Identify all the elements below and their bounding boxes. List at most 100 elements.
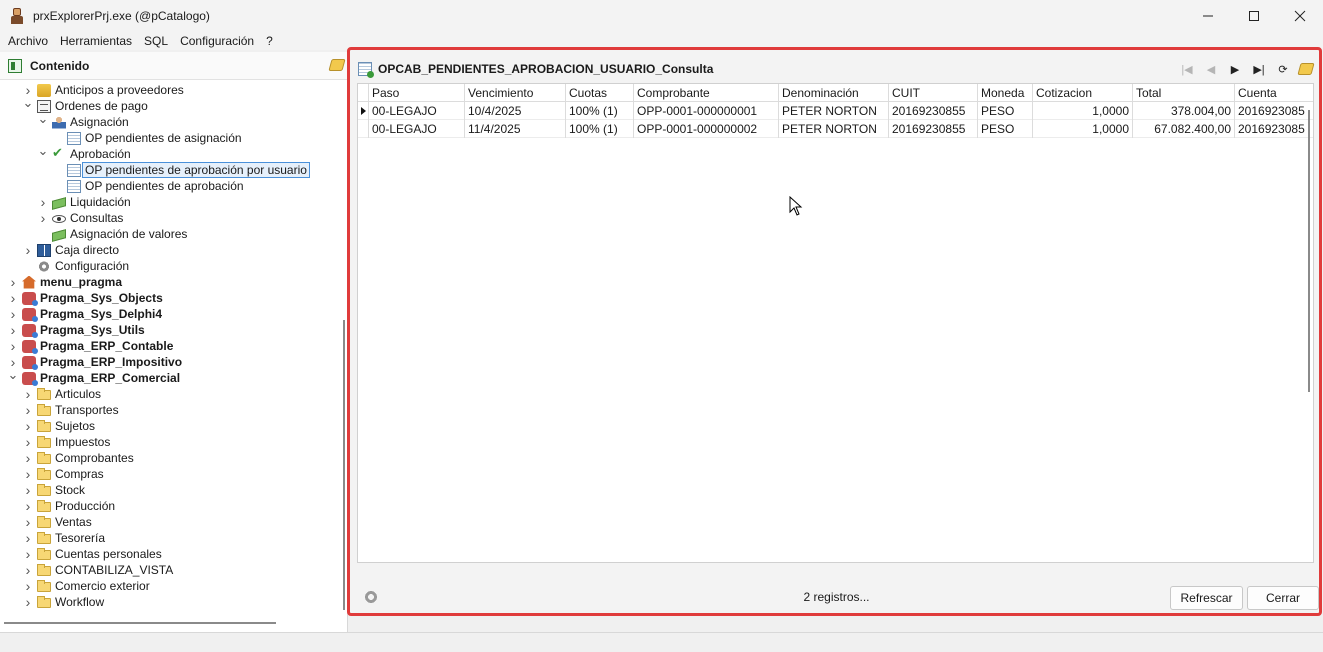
tree-item[interactable]: › Liquidación xyxy=(37,194,131,210)
table-cell[interactable]: 2016923085 xyxy=(1235,102,1313,120)
table-cell[interactable]: PESO xyxy=(978,102,1033,120)
chevron-down-icon[interactable]: ⌄ xyxy=(37,143,49,159)
last-record-button[interactable]: ▶| xyxy=(1247,60,1271,78)
maximize-button[interactable] xyxy=(1231,0,1277,32)
tree-item[interactable]: › Caja directo xyxy=(22,242,119,258)
chevron-down-icon[interactable]: ⌄ xyxy=(37,111,49,127)
chevron-right-icon[interactable]: › xyxy=(22,514,34,530)
tree-item[interactable]: › Producción xyxy=(22,498,115,514)
tree-item[interactable]: › Comprobantes xyxy=(22,450,134,466)
refresh-button[interactable]: ⟳ xyxy=(1271,60,1295,78)
tree-item[interactable]: › menu_pragma xyxy=(7,274,122,290)
table-cell[interactable]: 11/4/2025 xyxy=(465,120,566,138)
tree-item[interactable]: Configuración xyxy=(22,258,129,274)
tree-item[interactable]: › Tesorería xyxy=(22,530,105,546)
chevron-down-icon[interactable]: ⌄ xyxy=(7,367,19,383)
table-cell[interactable]: 20169230855 xyxy=(889,102,978,120)
column-header[interactable]: Cuotas xyxy=(566,84,634,102)
table-cell[interactable]: 2016923085 xyxy=(1235,120,1313,138)
scroll-thumb[interactable] xyxy=(1308,110,1310,392)
chevron-right-icon[interactable]: › xyxy=(7,338,19,354)
scroll-thumb[interactable] xyxy=(4,622,276,624)
tree-item[interactable]: › Sujetos xyxy=(22,418,95,434)
grid-vertical-scrollbar[interactable] xyxy=(1305,102,1313,562)
chevron-right-icon[interactable]: › xyxy=(22,498,34,514)
close-button[interactable] xyxy=(1277,0,1323,32)
column-header[interactable]: CUIT xyxy=(889,84,978,102)
tree-item[interactable]: ⌄ Asignación xyxy=(37,111,129,130)
tree-item[interactable]: › Pragma_Sys_Utils xyxy=(7,322,145,338)
table-cell[interactable]: PETER NORTON xyxy=(779,102,889,120)
refresh-button[interactable]: Refrescar xyxy=(1170,586,1243,610)
pin-icon[interactable] xyxy=(328,59,346,71)
table-cell[interactable]: 67.082.400,00 xyxy=(1133,120,1235,138)
first-record-button[interactable]: |◀ xyxy=(1175,60,1199,78)
chevron-right-icon[interactable]: › xyxy=(22,418,34,434)
tree-item[interactable]: › Impuestos xyxy=(22,434,111,450)
column-header[interactable]: Total xyxy=(1133,84,1235,102)
results-grid[interactable]: Paso Vencimiento Cuotas Comprobante Denomina… xyxy=(357,83,1314,563)
chevron-right-icon[interactable]: › xyxy=(37,210,49,226)
tree-item[interactable]: › Pragma_ERP_Impositivo xyxy=(7,354,182,370)
table-cell[interactable]: PESO xyxy=(978,120,1033,138)
menu-help[interactable]: ? xyxy=(260,34,279,48)
table-row[interactable]: 00-LEGAJO 11/4/2025 100% (1) OPP-0001-00000… xyxy=(358,120,1313,138)
table-cell[interactable]: 100% (1) xyxy=(566,102,634,120)
table-cell[interactable]: 1,0000 xyxy=(1033,120,1133,138)
column-header[interactable]: Cotizacion xyxy=(1033,84,1133,102)
chevron-right-icon[interactable]: › xyxy=(22,386,34,402)
column-header[interactable]: Moneda xyxy=(978,84,1033,102)
chevron-right-icon[interactable]: › xyxy=(22,402,34,418)
minimize-button[interactable] xyxy=(1185,0,1231,32)
tree-item[interactable]: ⌄ Aprobación xyxy=(37,143,131,162)
chevron-right-icon[interactable]: › xyxy=(22,530,34,546)
table-row[interactable]: 00-LEGAJO 10/4/2025 100% (1) OPP-0001-00000… xyxy=(358,102,1313,120)
tree-item[interactable]: › Comercio exterior xyxy=(22,578,150,594)
next-record-button[interactable]: ▶ xyxy=(1223,60,1247,78)
chevron-right-icon[interactable]: › xyxy=(22,562,34,578)
chevron-right-icon[interactable]: › xyxy=(22,450,34,466)
chevron-right-icon[interactable]: › xyxy=(22,578,34,594)
tree-item[interactable]: › Pragma_ERP_Contable xyxy=(7,338,174,354)
tree-item[interactable]: › Articulos xyxy=(22,386,101,402)
tree-item[interactable]: › Ventas xyxy=(22,514,92,530)
menu-configuracion[interactable]: Configuración xyxy=(174,34,260,48)
menu-sql[interactable]: SQL xyxy=(138,34,174,48)
table-cell[interactable]: OPP-0001-000000001 xyxy=(634,102,779,120)
close-button[interactable]: Cerrar xyxy=(1247,586,1319,610)
table-cell[interactable]: OPP-0001-000000002 xyxy=(634,120,779,138)
chevron-right-icon[interactable]: › xyxy=(7,306,19,322)
table-cell[interactable]: 10/4/2025 xyxy=(465,102,566,120)
chevron-right-icon[interactable]: › xyxy=(7,322,19,338)
column-header[interactable]: Paso xyxy=(369,84,465,102)
chevron-right-icon[interactable]: › xyxy=(7,274,19,290)
table-cell[interactable]: 100% (1) xyxy=(566,120,634,138)
tree-item[interactable]: › Transportes xyxy=(22,402,119,418)
chevron-right-icon[interactable]: › xyxy=(22,482,34,498)
scroll-thumb[interactable] xyxy=(343,320,345,610)
tree-item[interactable]: › Pragma_Sys_Objects xyxy=(7,290,163,306)
table-cell[interactable]: PETER NORTON xyxy=(779,120,889,138)
tree-item[interactable]: OP pendientes de aprobación xyxy=(52,178,244,194)
chevron-right-icon[interactable]: › xyxy=(22,466,34,482)
chevron-right-icon[interactable]: › xyxy=(22,594,34,610)
chevron-right-icon[interactable]: › xyxy=(22,434,34,450)
table-cell[interactable]: 00-LEGAJO xyxy=(369,120,465,138)
tree-item[interactable]: › Stock xyxy=(22,482,85,498)
chevron-right-icon[interactable]: › xyxy=(22,242,34,258)
menu-herramientas[interactable]: Herramientas xyxy=(54,34,138,48)
tree-item[interactable]: › Pragma_Sys_Delphi4 xyxy=(7,306,162,322)
chevron-right-icon[interactable]: › xyxy=(37,194,49,210)
tree-item[interactable]: › Cuentas personales xyxy=(22,546,162,562)
tree-horizontal-scrollbar[interactable] xyxy=(0,614,340,624)
tree-item[interactable]: Asignación de valores xyxy=(37,226,187,242)
prior-record-button[interactable]: ◀ xyxy=(1199,60,1223,78)
menu-archivo[interactable]: Archivo xyxy=(0,34,54,48)
table-cell[interactable]: 378.004,00 xyxy=(1133,102,1235,120)
column-header[interactable]: Denominación xyxy=(779,84,889,102)
tree-item[interactable]: › Anticipos a proveedores xyxy=(22,82,184,98)
column-header[interactable]: Comprobante xyxy=(634,84,779,102)
table-cell[interactable]: 00-LEGAJO xyxy=(369,102,465,120)
tree-item[interactable]: › Workflow xyxy=(22,594,104,610)
table-cell[interactable]: 1,0000 xyxy=(1033,102,1133,120)
